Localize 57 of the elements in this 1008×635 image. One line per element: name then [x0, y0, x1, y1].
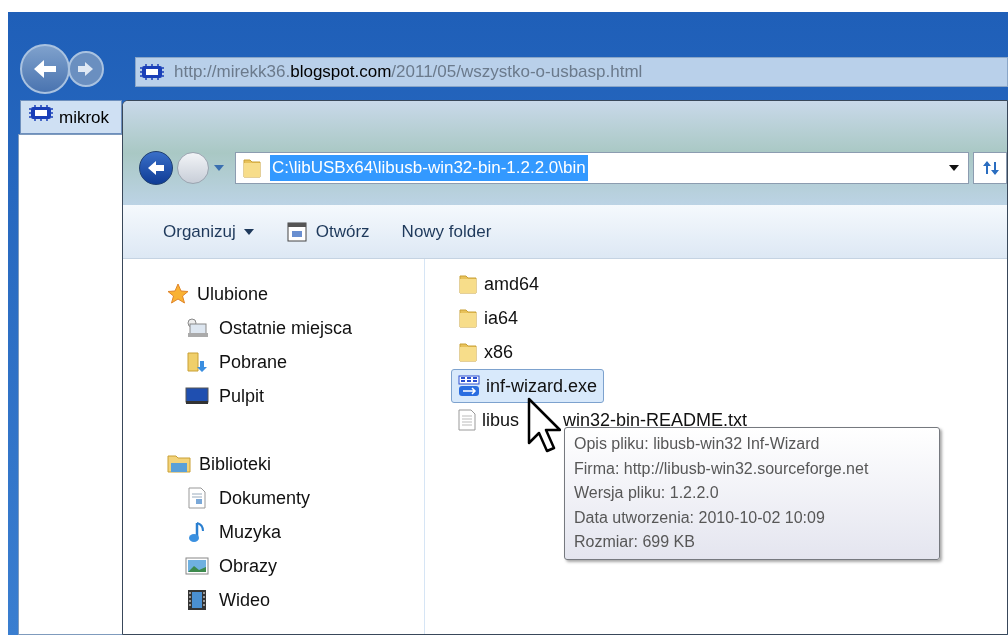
forward-button[interactable]	[68, 51, 104, 87]
nav-item[interactable]: Wideo	[167, 583, 424, 617]
toolbar-button[interactable]: Organizuj	[155, 214, 262, 249]
picture-frame-icon	[185, 557, 209, 575]
nav-group[interactable]: Ulubione	[167, 277, 424, 311]
folder-icon	[458, 307, 478, 329]
monitor-icon	[185, 387, 209, 405]
browser-tab[interactable]: mikrok	[20, 100, 122, 134]
refresh-button[interactable]	[973, 152, 1007, 184]
folder-icon	[458, 341, 478, 363]
file-item[interactable]: amd64	[451, 267, 547, 301]
file-name-fragment: libus	[482, 408, 520, 432]
application-icon	[458, 375, 480, 397]
back-button[interactable]	[20, 44, 70, 94]
tooltip-line: Rozmiar: 699 KB	[574, 532, 696, 552]
mouse-pointer-icon	[527, 397, 561, 453]
dropdown-arrow-icon[interactable]	[948, 164, 960, 172]
refresh-icon	[980, 160, 1000, 176]
tooltip-line: Firma: http://libusb-win32.sourceforge.net	[574, 458, 870, 479]
url-text: http://mirekk36.blogspot.com/2011/05/wszystko-o-usbasp.html	[174, 61, 643, 84]
nav-item[interactable]: Pobrane	[167, 345, 424, 379]
nav-item[interactable]: Dokumenty	[167, 481, 424, 515]
back-button[interactable]	[139, 151, 173, 185]
toolbar-button[interactable]: Nowy folder	[393, 214, 500, 249]
text-file-icon	[458, 409, 476, 431]
site-icon	[140, 64, 164, 80]
film-icon	[187, 589, 207, 611]
back-arrow-icon	[32, 58, 58, 80]
document-icon	[188, 487, 206, 509]
forward-arrow-icon	[77, 61, 95, 77]
folder-icon	[242, 157, 262, 179]
site-icon	[29, 105, 53, 121]
library-icon	[167, 454, 191, 474]
file-item[interactable]: inf-wizard.exe	[451, 369, 605, 403]
file-item[interactable]: x86	[451, 335, 521, 369]
toolbar-button[interactable]: Otwórz	[277, 214, 378, 249]
nav-item[interactable]: Ostatnie miejsca	[167, 311, 424, 345]
nav-item[interactable]: Muzyka	[167, 515, 424, 549]
history-dropdown-icon[interactable]	[213, 164, 225, 172]
file-item[interactable]: ia64	[451, 301, 526, 335]
back-arrow-icon	[147, 160, 165, 176]
tooltip-line: Data utworzenia: 2010-10-02 10:09	[574, 507, 826, 528]
download-folder-icon	[186, 351, 208, 373]
folder-icon	[458, 273, 478, 295]
music-note-icon	[188, 521, 206, 543]
nav-group[interactable]: Biblioteki	[167, 447, 424, 481]
caret-icon	[243, 228, 254, 235]
tooltip-line: Opis pliku: libusb-win32 Inf-Wizard	[574, 434, 821, 454]
file-name-fragment: win32-bin-README.txt	[563, 408, 748, 432]
star-icon	[167, 283, 189, 305]
path-text: C:\libUSBx64\libusb-win32-bin-1.2.2.0\bin	[270, 155, 588, 181]
tooltip-line: Wersja pliku: 1.2.2.0	[574, 483, 720, 503]
window-icon	[285, 220, 308, 243]
recent-places-icon	[186, 318, 208, 338]
nav-item[interactable]: Pulpit	[167, 379, 424, 413]
nav-item[interactable]: Obrazy	[167, 549, 424, 583]
address-bar[interactable]: http://mirekk36.blogspot.com/2011/05/wszystko-o-usbasp.html	[135, 57, 1008, 87]
